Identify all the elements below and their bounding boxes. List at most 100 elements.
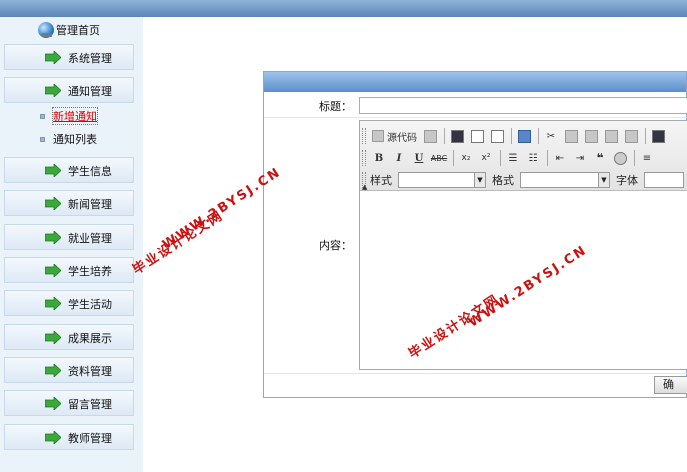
- editor-toolbar: 源代码 ✂ B I U ABC x₂ x² ☰ ☷ ⇤ ⇥ ❝ ≡ 样式 ▼ 格…: [360, 121, 687, 191]
- outdent-button[interactable]: ⇤: [551, 149, 569, 167]
- toolbar-row-1: 源代码 ✂: [370, 125, 669, 147]
- sidebar-item-label: 就业管理: [68, 232, 112, 245]
- sidebar-item-student-activity[interactable]: 学生活动: [4, 290, 134, 316]
- sidebar: 管理首页 系统管理 通知管理 新增通知 通知列表 学生信息 新闻管理 就业管理 …: [0, 17, 143, 472]
- sidebar-item-achievements[interactable]: 成果展示: [4, 324, 134, 350]
- sidebar-item-student-info[interactable]: 学生信息: [4, 157, 134, 183]
- format-label: 格式: [492, 174, 514, 187]
- green-arrow-icon: [45, 431, 61, 444]
- bullet-list-button[interactable]: ☷: [524, 149, 542, 167]
- toolbar-grip: [362, 128, 366, 144]
- underline-button[interactable]: U: [410, 149, 428, 167]
- save-button[interactable]: [421, 127, 439, 145]
- green-arrow-icon: [45, 331, 61, 344]
- toolbar-separator: [453, 150, 454, 166]
- title-row: 标题：: [264, 94, 687, 118]
- chevron-down-icon: ▼: [598, 173, 609, 187]
- rich-text-editor[interactable]: 源代码 ✂ B I U ABC x₂ x² ☰ ☷ ⇤ ⇥ ❝ ≡ 样式 ▼ 格…: [359, 120, 687, 370]
- templates-icon: [517, 129, 531, 143]
- paste-word-button[interactable]: [622, 127, 640, 145]
- font-label: 字体: [616, 174, 638, 187]
- paste-icon: [584, 129, 598, 143]
- sidebar-item-label: 学生信息: [68, 165, 112, 178]
- notice-form-panel: 标题： 内容： 源代码 ✂ B I U ABC x₂ x² ☰ ☷ ⇤ ⇥ ❝ …: [263, 71, 687, 398]
- sidebar-item-label: 新闻管理: [68, 198, 112, 211]
- sidebar-item-system[interactable]: 系统管理: [4, 44, 134, 70]
- sidebar-item-label: 资料管理: [68, 365, 112, 378]
- toolbar-separator: [645, 128, 646, 144]
- numbered-list-icon: ☰: [508, 152, 518, 164]
- scissors-icon: ✂: [546, 130, 556, 142]
- subscript-button[interactable]: x₂: [457, 149, 475, 167]
- align-left-icon: ≡: [642, 152, 652, 164]
- numbered-list-button[interactable]: ☰: [504, 149, 522, 167]
- toolbar-separator: [500, 150, 501, 166]
- outdent-icon: ⇤: [555, 152, 565, 164]
- blockquote-button[interactable]: ❝: [591, 149, 609, 167]
- new-page-button[interactable]: [468, 127, 486, 145]
- green-arrow-icon: [45, 264, 61, 277]
- toolbar-separator: [511, 128, 512, 144]
- green-arrow-icon: [45, 197, 61, 210]
- toolbar-row-2: B I U ABC x₂ x² ☰ ☷ ⇤ ⇥ ❝ ≡: [370, 147, 658, 169]
- source-icon: [372, 130, 384, 142]
- strike-button[interactable]: ABC: [430, 149, 448, 167]
- sidebar-item-employment[interactable]: 就业管理: [4, 224, 134, 250]
- div-button[interactable]: [611, 149, 629, 167]
- save-disk-button[interactable]: [448, 127, 466, 145]
- copy-button[interactable]: [562, 127, 580, 145]
- chevron-down-icon: ▼: [474, 173, 485, 187]
- green-arrow-icon: [45, 51, 61, 64]
- sidebar-home-link[interactable]: 管理首页: [38, 21, 100, 39]
- toolbar-collapse-icon[interactable]: ▲: [362, 183, 367, 191]
- sidebar-subitem-label: 通知列表: [53, 133, 97, 146]
- sidebar-item-messages[interactable]: 留言管理: [4, 390, 134, 416]
- preview-icon: [490, 129, 504, 143]
- sidebar-item-news[interactable]: 新闻管理: [4, 190, 134, 216]
- paste-text-button[interactable]: [602, 127, 620, 145]
- paste-word-icon: [624, 129, 638, 143]
- sidebar-subitem-label: 新增通知: [52, 107, 98, 125]
- sidebar-item-student-training[interactable]: 学生培养: [4, 257, 134, 283]
- page-icon: [423, 129, 437, 143]
- bullet-list-icon: ☷: [528, 152, 538, 164]
- format-select[interactable]: ▼: [520, 172, 610, 188]
- copy-icon: [564, 129, 578, 143]
- green-arrow-icon: [45, 84, 61, 97]
- sidebar-item-label: 学生培养: [68, 265, 112, 278]
- green-arrow-icon: [45, 164, 61, 177]
- print-icon: [651, 129, 665, 143]
- source-button[interactable]: 源代码: [370, 127, 419, 145]
- title-input[interactable]: [359, 97, 687, 114]
- toolbar-separator: [634, 150, 635, 166]
- toolbar-grip: [362, 150, 366, 166]
- align-left-button[interactable]: ≡: [638, 149, 656, 167]
- sidebar-item-label: 成果展示: [68, 332, 112, 345]
- green-arrow-icon: [45, 397, 61, 410]
- sidebar-item-label: 通知管理: [68, 85, 112, 98]
- sidebar-subitem-notice-list[interactable]: 通知列表: [40, 131, 97, 147]
- green-arrow-icon: [45, 231, 61, 244]
- sidebar-item-notice[interactable]: 通知管理: [4, 77, 134, 103]
- toolbar-separator: [538, 128, 539, 144]
- green-arrow-icon: [45, 364, 61, 377]
- paste-button[interactable]: [582, 127, 600, 145]
- preview-button[interactable]: [488, 127, 506, 145]
- bold-button[interactable]: B: [370, 149, 388, 167]
- submit-button[interactable]: 确: [654, 376, 687, 394]
- italic-button[interactable]: I: [390, 149, 408, 167]
- cut-button[interactable]: ✂: [542, 127, 560, 145]
- sidebar-item-label: 教师管理: [68, 432, 112, 445]
- save-icon: [450, 129, 464, 143]
- style-select[interactable]: ▼: [398, 172, 486, 188]
- font-select[interactable]: [644, 172, 684, 188]
- superscript-button[interactable]: x²: [477, 149, 495, 167]
- indent-button[interactable]: ⇥: [571, 149, 589, 167]
- sidebar-subitem-add-notice[interactable]: 新增通知: [40, 107, 98, 125]
- sidebar-item-teachers[interactable]: 教师管理: [4, 424, 134, 450]
- style-label: 样式: [370, 174, 392, 187]
- print-button[interactable]: [649, 127, 667, 145]
- sidebar-item-materials[interactable]: 资料管理: [4, 357, 134, 383]
- sidebar-item-label: 学生活动: [68, 298, 112, 311]
- templates-button[interactable]: [515, 127, 533, 145]
